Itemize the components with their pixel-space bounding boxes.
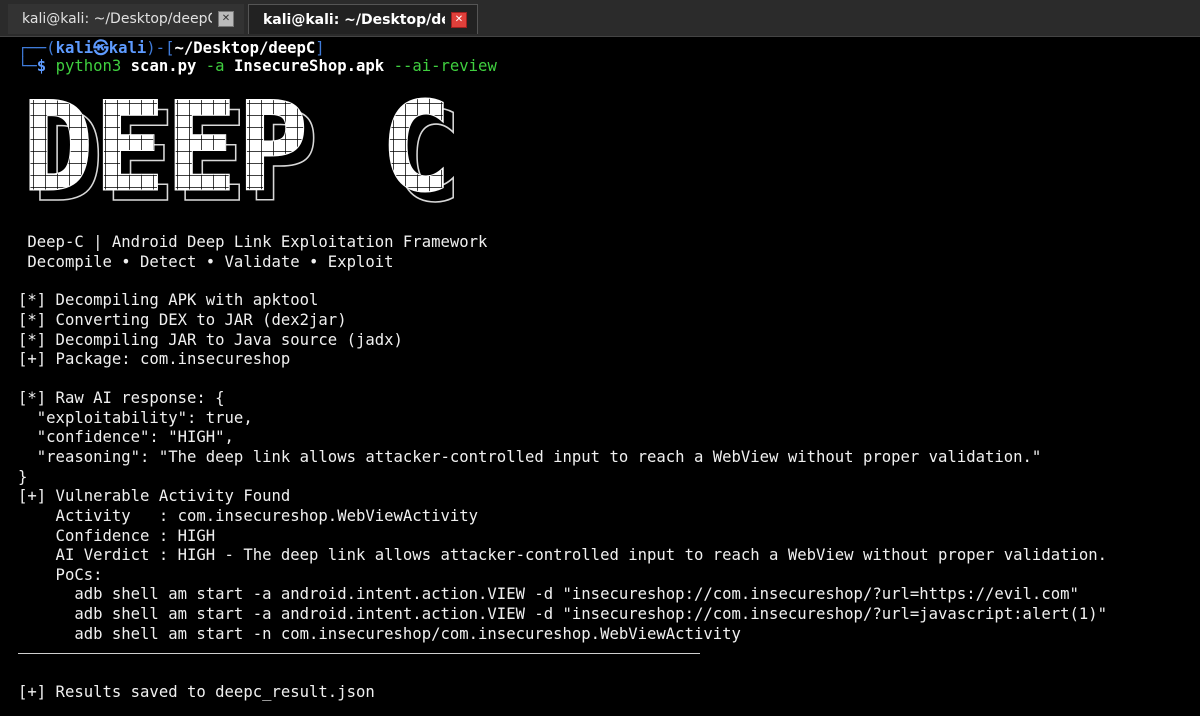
ai-response-line: "reasoning": "The deep link allows attac… — [18, 448, 1042, 466]
result-line: [+] Results saved to deepc_result.json — [18, 683, 375, 701]
ai-response-line: [*] Raw AI response: { — [18, 389, 225, 407]
finding-line: AI Verdict : HIGH - The deep link allows… — [18, 546, 1108, 564]
tab-terminal-2[interactable]: kali@kali: ~/Desktop/deepC ✕ — [248, 4, 478, 34]
tab-bar: kali@kali: ~/Desktop/deepC ✕ kali@kali: … — [0, 0, 1200, 37]
poc-line: adb shell am start -a android.intent.act… — [18, 605, 1108, 623]
tab-label: kali@kali: ~/Desktop/deepC — [263, 11, 445, 28]
poc-line: adb shell am start -n com.insecureshop/c… — [18, 625, 741, 643]
deep-c-ascii-banner: DEEP C DEEP C — [22, 92, 463, 212]
tab-terminal-1[interactable]: kali@kali: ~/Desktop/deepC ✕ — [8, 4, 244, 34]
prompt-line: ┌──(kali㉿kali)-[~/Desktop/deepC] — [18, 39, 325, 57]
close-tab-icon[interactable]: ✕ — [218, 11, 234, 27]
command-line: └─$ python3 scan.py -a InsecureShop.apk … — [18, 57, 497, 75]
ai-response-line: "exploitability": true, — [18, 409, 253, 427]
step-line: [+] Package: com.insecureshop — [18, 350, 291, 368]
svg-text:DEEP C: DEEP C — [22, 92, 452, 212]
poc-line: adb shell am start -a android.intent.act… — [18, 585, 1079, 603]
tab-label: kali@kali: ~/Desktop/deepC — [22, 11, 212, 27]
terminal-output[interactable]: ┌──(kali㉿kali)-[~/Desktop/deepC] └─$ pyt… — [0, 36, 1200, 716]
step-line: [*] Converting DEX to JAR (dex2jar) — [18, 311, 347, 329]
finding-line: [+] Vulnerable Activity Found — [18, 487, 291, 505]
ai-response-line: } — [18, 468, 28, 486]
step-line: [*] Decompiling JAR to Java source (jadx… — [18, 331, 403, 349]
tagline-title: Deep-C | Android Deep Link Exploitation … — [18, 233, 488, 251]
finding-line: Activity : com.insecureshop.WebViewActiv… — [18, 507, 479, 525]
tagline-steps: Decompile • Detect • Validate • Exploit — [18, 253, 394, 271]
close-tab-icon[interactable]: ✕ — [451, 11, 467, 28]
finding-line: Confidence : HIGH — [18, 527, 216, 545]
step-line: [*] Decompiling APK with apktool — [18, 291, 319, 309]
ai-response-line: "confidence": "HIGH", — [18, 428, 234, 446]
finding-line: PoCs: — [18, 566, 103, 584]
separator — [18, 653, 700, 654]
